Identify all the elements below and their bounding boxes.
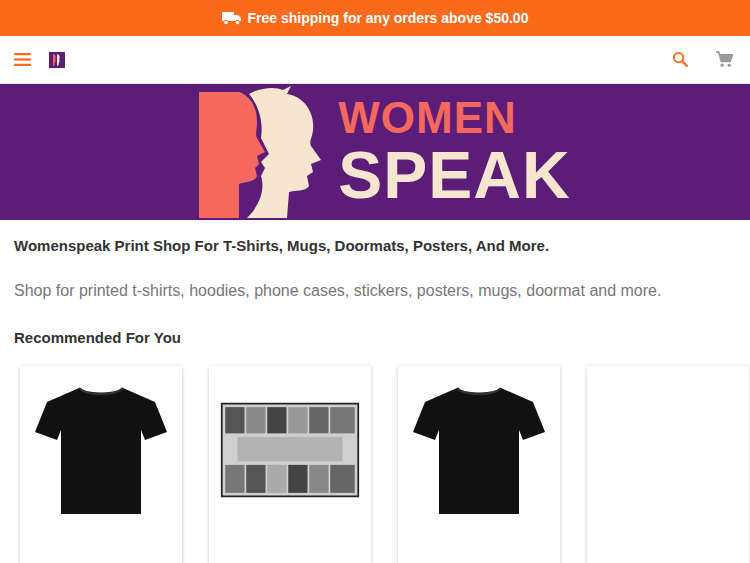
product-card[interactable]: [209, 366, 371, 563]
recommended-heading: Recommended For You: [14, 328, 736, 348]
truck-icon: [222, 11, 242, 25]
header: [0, 36, 750, 84]
page: Free shipping for any orders above $50.0…: [0, 0, 750, 563]
poster-image: [220, 380, 360, 520]
search-icon[interactable]: [672, 51, 689, 68]
logo-bottom-text: SPEAK: [338, 142, 570, 208]
empty-product-slot: [598, 380, 738, 520]
hamburger-menu-icon[interactable]: [14, 53, 31, 66]
cart-icon[interactable]: [715, 51, 734, 68]
promo-text: Free shipping for any orders above $50.0…: [248, 10, 529, 26]
tshirt-icon: [409, 380, 549, 520]
product-card[interactable]: [587, 366, 749, 563]
content: Womenspeak Print Shop For T-Shirts, Mugs…: [0, 220, 750, 563]
shop-title: Womenspeak Print Shop For T-Shirts, Mugs…: [14, 234, 736, 258]
shop-description: Shop for printed t-shirts, hoodies, phon…: [14, 280, 736, 302]
logo-wordmark: WOMENSPEAK: [338, 96, 570, 208]
tshirt-icon: [31, 380, 171, 520]
promo-bar: Free shipping for any orders above $50.0…: [0, 0, 750, 36]
logo-top-text: WOMEN: [338, 96, 570, 140]
product-list: [14, 366, 736, 563]
product-card[interactable]: [398, 366, 560, 563]
product-card[interactable]: [20, 366, 182, 563]
site-logo-icon[interactable]: [47, 50, 67, 70]
women-profiles-icon: [199, 86, 324, 218]
hero-banner: WOMENSPEAK: [0, 84, 750, 220]
